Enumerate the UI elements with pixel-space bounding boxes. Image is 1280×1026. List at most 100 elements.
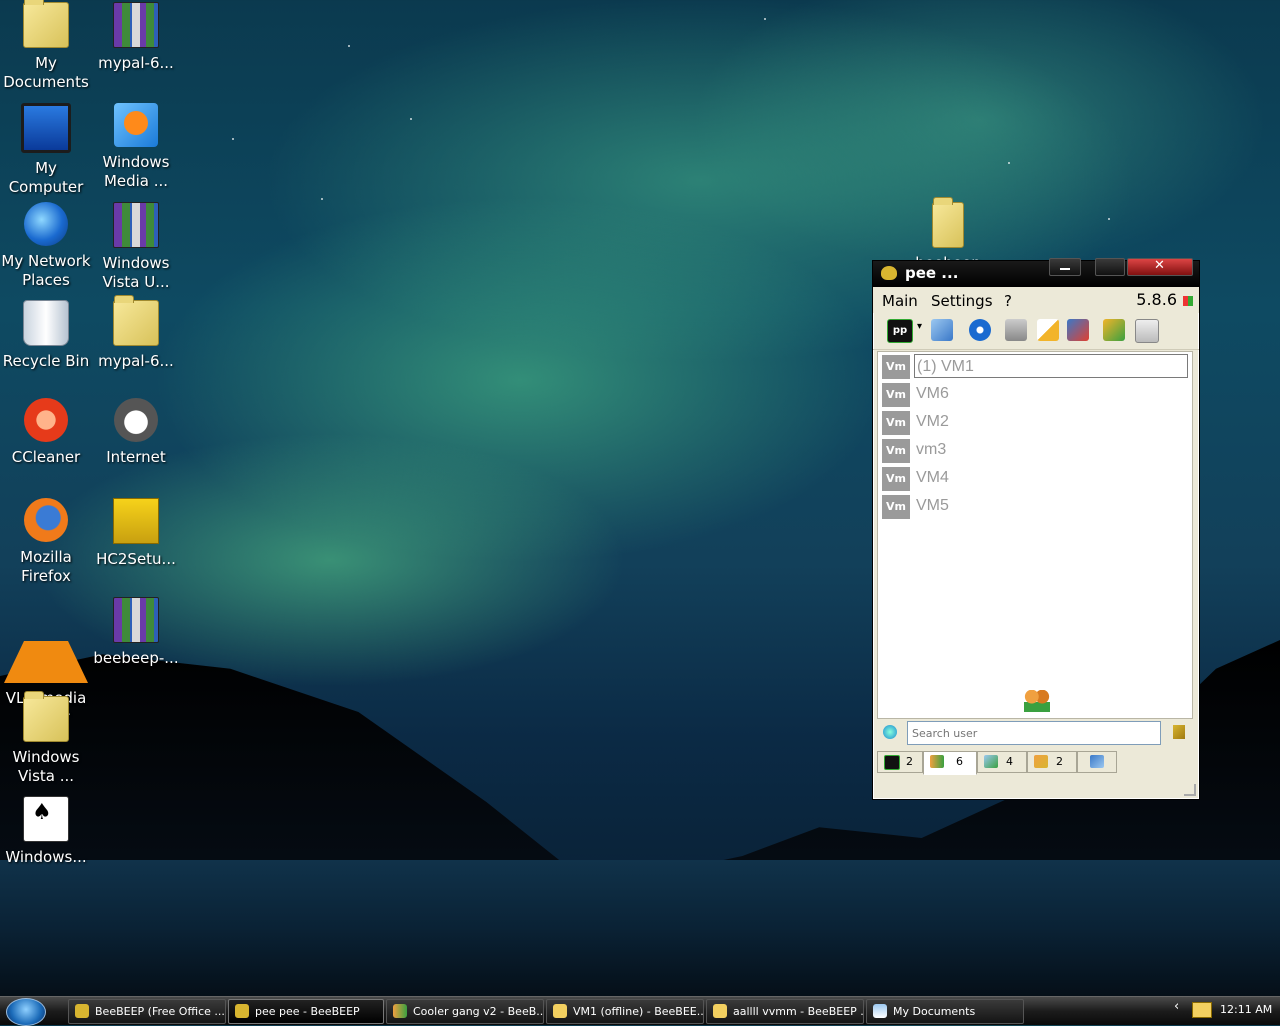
desktop-icon-my-computer[interactable]: My Computer	[0, 103, 92, 197]
beebeep-window: pee ... Main Settings ? 5.8.6 pp Vm (1) …	[872, 258, 1200, 800]
user-search-bar	[877, 721, 1191, 747]
search-user-input[interactable]	[907, 721, 1161, 745]
search-options-icon[interactable]	[883, 725, 897, 739]
desktop-icon-label: HC2Setu...	[96, 550, 176, 568]
profile-status-button[interactable]: pp	[887, 319, 913, 343]
tab-groups[interactable]: 2	[1027, 751, 1077, 773]
system-clock[interactable]: 12:11 AM	[1220, 1003, 1272, 1016]
clear-search-broom-icon[interactable]	[1173, 725, 1185, 739]
taskbar-item[interactable]: VM1 (offline) - BeeBEE...	[546, 999, 704, 1024]
groups-icon	[1034, 755, 1048, 768]
desktop-icon-beebeep-archive[interactable]: beebeep-...	[90, 597, 182, 668]
desktop-icon-ccleaner[interactable]: CCleaner	[0, 398, 92, 467]
computer-icon	[21, 103, 71, 153]
explorer-window-icon	[873, 1004, 887, 1018]
tab-chats[interactable]: 4	[977, 751, 1027, 773]
desktop-icon-label: Recycle Bin	[2, 352, 90, 370]
menu-help[interactable]: ?	[1004, 292, 1012, 310]
desktop-icon-label: Windows Media ...	[102, 153, 170, 190]
user-row[interactable]: Vm VM4	[882, 466, 1188, 491]
network-broadcast-icon[interactable]	[969, 319, 991, 341]
user-row[interactable]: Vm (1) VM1	[882, 354, 1188, 379]
user-name: VM6	[916, 385, 949, 402]
close-button[interactable]	[1127, 258, 1193, 276]
desktop-icon-windows-vista-u[interactable]: Windows Vista U...	[90, 202, 182, 292]
tab-count: 4	[1006, 755, 1013, 768]
vlc-cone-icon	[4, 597, 88, 683]
installer-box-icon	[113, 498, 159, 544]
star	[1108, 218, 1110, 220]
desktop-icon-windows-solitaire[interactable]: Windows...	[0, 796, 92, 867]
star	[764, 18, 766, 20]
edit-profile-icon[interactable]	[931, 319, 953, 341]
tray-expand-arrow-icon[interactable]: ‹	[1174, 999, 1179, 1014]
taskbar-item[interactable]: My Documents	[866, 999, 1024, 1024]
menu-main[interactable]: Main	[882, 292, 918, 310]
user-row[interactable]: Vm VM2	[882, 410, 1188, 435]
star	[410, 118, 412, 120]
tab-shares[interactable]	[1077, 751, 1117, 773]
recycle-bin-icon	[23, 300, 69, 346]
tools-icon[interactable]	[1067, 319, 1089, 341]
beebeep-bee-icon	[75, 1004, 89, 1018]
folder-icon	[23, 0, 69, 48]
folder-icon	[113, 295, 159, 346]
network-globe-icon	[24, 202, 68, 246]
user-row[interactable]: Vm vm3	[882, 438, 1188, 463]
taskbar-item[interactable]: Cooler gang v2 - BeeB...	[386, 999, 544, 1024]
desktop-icon-label: beebeep-...	[93, 649, 179, 667]
tab-home[interactable]: 2	[877, 751, 923, 773]
home-monitor-icon	[884, 755, 900, 770]
desktop-icon-mozilla-firefox[interactable]: Mozilla Firefox	[0, 498, 92, 586]
star	[348, 45, 350, 47]
menu-settings[interactable]: Settings	[931, 292, 993, 310]
desktop-icon-recycle-bin[interactable]: Recycle Bin	[0, 300, 92, 371]
write-message-icon[interactable]	[1037, 319, 1059, 341]
taskbar-item[interactable]: pee pee - BeeBEEP	[228, 999, 384, 1024]
desktop-icon-mypal-folder[interactable]: mypal-6...	[90, 295, 182, 371]
user-row[interactable]: Vm VM5	[882, 494, 1188, 519]
taskbar: BeeBEEP (Free Office ... pee pee - BeeBE…	[0, 996, 1280, 1026]
maximize-button[interactable]	[1095, 258, 1125, 276]
view-tabs: 2 6 4 2	[877, 751, 1191, 775]
desktop-icon-mypal-archive[interactable]: mypal-6...	[90, 2, 182, 73]
user-row[interactable]: Vm VM6	[882, 382, 1188, 407]
user-avatar-badge: Vm	[882, 495, 910, 519]
users-people-icon	[1024, 690, 1050, 712]
desktop-icon-internet[interactable]: Internet	[90, 398, 182, 467]
group-chat-icon	[393, 1004, 407, 1018]
share-folder-icon[interactable]	[1103, 319, 1125, 341]
taskbar-item[interactable]: aallll vvmm - BeeBEEP ...	[706, 999, 864, 1024]
file-transfer-icon[interactable]	[1005, 319, 1027, 341]
desktop-icon-label: My Documents	[3, 54, 89, 91]
tray-beebeep-mail-icon[interactable]	[1192, 1002, 1212, 1018]
desktop-icon-label: My Computer	[8, 159, 84, 196]
desktop-icon-windows-vista-folder[interactable]: Windows Vista ...	[0, 691, 92, 786]
window-titlebar[interactable]: pee ...	[873, 258, 1199, 287]
desktop-icon-hc2setup[interactable]: HC2Setu...	[90, 498, 182, 569]
desktop-icon-windows-media[interactable]: Windows Media ...	[90, 103, 182, 191]
desktop-icon-my-documents[interactable]: My Documents	[0, 0, 92, 92]
trash-icon[interactable]	[1135, 319, 1159, 343]
desktop-icon-label: Windows Vista ...	[12, 748, 80, 785]
folder-icon	[932, 197, 964, 248]
taskbar-item-label: Cooler gang v2 - BeeB...	[413, 1005, 544, 1018]
user-avatar-badge: Vm	[882, 467, 910, 491]
raccoon-browser-icon	[114, 398, 158, 442]
tab-users[interactable]: 6	[923, 751, 977, 775]
user-name: vm3	[916, 441, 947, 458]
desktop-icon-my-network-places[interactable]: My Network Places	[0, 202, 92, 290]
taskbar-item[interactable]: BeeBEEP (Free Office ...	[68, 999, 226, 1024]
beebeep-bee-icon	[881, 266, 897, 280]
winrar-archive-icon	[113, 202, 159, 248]
main-toolbar: pp	[873, 313, 1199, 350]
minimize-button[interactable]	[1049, 258, 1081, 276]
media-player-icon	[114, 103, 158, 147]
desktop-icon-label: My Network Places	[1, 252, 91, 289]
status-dropdown-arrow-icon[interactable]	[917, 321, 925, 335]
firefox-icon	[24, 498, 68, 542]
desktop-icon-label: Windows Vista U...	[102, 254, 170, 291]
winrar-archive-icon	[113, 2, 159, 48]
resize-grip[interactable]	[1184, 784, 1196, 796]
start-button[interactable]	[6, 998, 46, 1026]
